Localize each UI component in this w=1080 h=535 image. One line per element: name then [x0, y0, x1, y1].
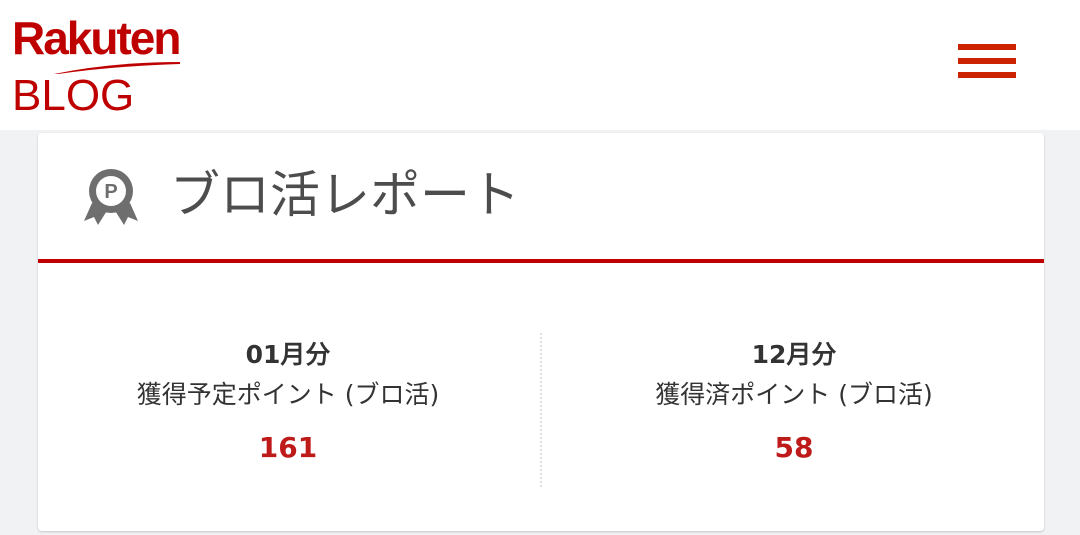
badge-letter: P: [104, 181, 117, 203]
stat-value: 161: [258, 431, 318, 464]
stat-earned-points: 12月分 獲得済ポイント (ブロ活) 58: [544, 338, 1044, 466]
report-title: ブロ活レポート: [170, 166, 520, 224]
logo-sub-text: BLOG: [12, 71, 135, 120]
stat-pending-points: 01月分 獲得予定ポイント (ブロ活) 161: [38, 338, 538, 466]
report-card-header: P ブロ活レポート: [38, 133, 1044, 263]
hamburger-icon[interactable]: [950, 34, 1024, 88]
stat-label: 獲得予定ポイント (ブロ活): [136, 380, 440, 409]
stat-divider: [540, 333, 542, 487]
site-header: Rakuten BLOG: [0, 0, 1080, 130]
stat-value: 58: [774, 431, 814, 464]
rakuten-blog-logo[interactable]: Rakuten BLOG: [12, 12, 212, 122]
stat-label: 獲得済ポイント (ブロ活): [655, 380, 933, 409]
stat-month: 01月分: [245, 340, 331, 369]
point-badge-icon: P: [84, 169, 138, 225]
stat-month: 12月分: [751, 340, 837, 369]
blog-activity-report-card: P ブロ活レポート 01月分 獲得予定ポイント (ブロ活) 161 12月分 獲…: [38, 133, 1044, 531]
